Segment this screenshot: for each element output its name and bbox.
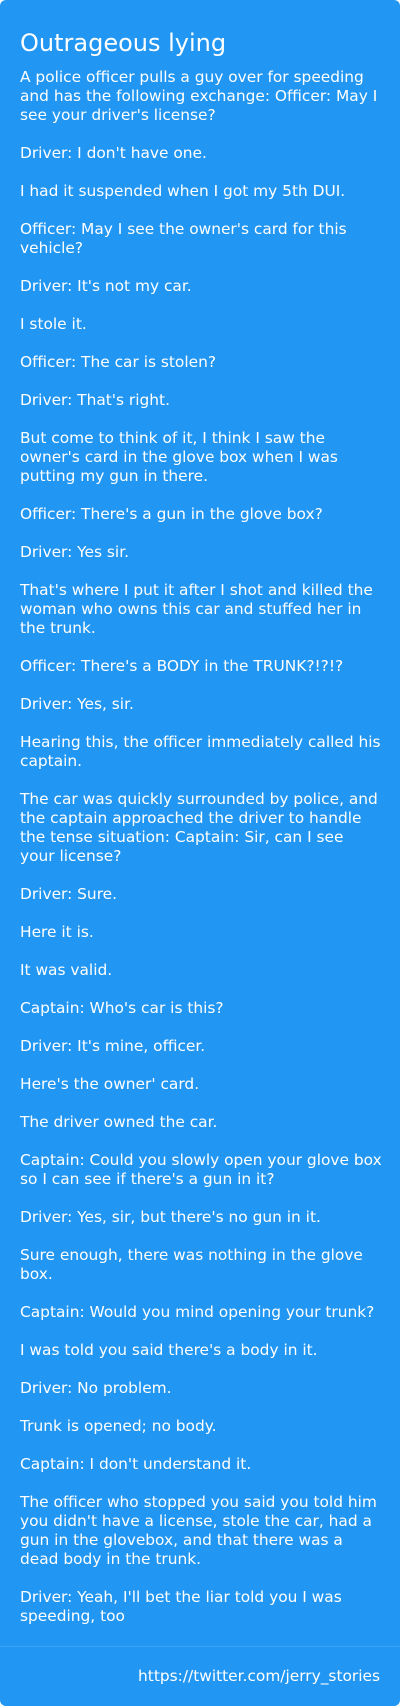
story-paragraph: The officer who stopped you said you tol… [20, 1493, 377, 1568]
story-paragraph: It was valid. [20, 961, 113, 979]
story-paragraph: A police officer pulls a guy over for sp… [20, 68, 378, 124]
story-paragraph: Driver: Yeah, I'll bet the liar told you… [20, 1588, 342, 1625]
story-paragraph: Captain: Who's car is this? [20, 999, 224, 1017]
story-paragraph: Driver: Yes sir. [20, 543, 130, 561]
story-paragraph: Driver: Yes, sir, but there's no gun in … [20, 1208, 321, 1226]
story-paragraph: The driver owned the car. [20, 1113, 218, 1131]
story-paragraph: I had it suspended when I got my 5th DUI… [20, 182, 346, 200]
story-paragraph: Hearing this, the officer immediately ca… [20, 733, 381, 770]
footer-divider [0, 1646, 400, 1647]
story-paragraph: Captain: Would you mind opening your tru… [20, 1303, 375, 1321]
story-paragraph: Sure enough, there was nothing in the gl… [20, 1246, 363, 1283]
story-paragraph: Here's the owner' card. [20, 1075, 200, 1093]
story-paragraph: Officer: May I see the owner's card for … [20, 220, 347, 257]
story-paragraph: That's where I put it after I shot and k… [20, 581, 373, 637]
story-paragraph: I stole it. [20, 315, 87, 333]
story-paragraph: Driver: Yes, sir. [20, 695, 134, 713]
story-paragraph: Trunk is opened; no body. [20, 1417, 217, 1435]
story-paragraph: Captain: I don't understand it. [20, 1455, 252, 1473]
story-paragraph: Driver: That's right. [20, 391, 170, 409]
story-body: A police officer pulls a guy over for sp… [20, 68, 382, 1645]
story-paragraph: Here it is. [20, 923, 94, 941]
story-paragraph: Driver: No problem. [20, 1379, 172, 1397]
story-paragraph: Driver: I don't have one. [20, 144, 207, 162]
story-paragraph: But come to think of it, I think I saw t… [20, 429, 338, 485]
story-paragraph: Officer: There's a BODY in the TRUNK?!?!… [20, 657, 344, 675]
story-paragraph: Officer: There's a gun in the glove box? [20, 505, 323, 523]
story-title: Outrageous lying [20, 29, 227, 57]
story-paragraph: Driver: Sure. [20, 885, 118, 903]
story-paragraph: Captain: Could you slowly open your glov… [20, 1151, 382, 1188]
source-link[interactable]: https://twitter.com/jerry_stories [138, 1667, 380, 1686]
story-paragraph: The car was quickly surrounded by police… [20, 790, 378, 865]
story-paragraph: Driver: It's not my car. [20, 277, 192, 295]
story-paragraph: Officer: The car is stolen? [20, 353, 217, 371]
story-card: Outrageous lying A police officer pulls … [0, 0, 400, 1706]
story-paragraph: Driver: It's mine, officer. [20, 1037, 206, 1055]
story-paragraph: I was told you said there's a body in it… [20, 1341, 318, 1359]
